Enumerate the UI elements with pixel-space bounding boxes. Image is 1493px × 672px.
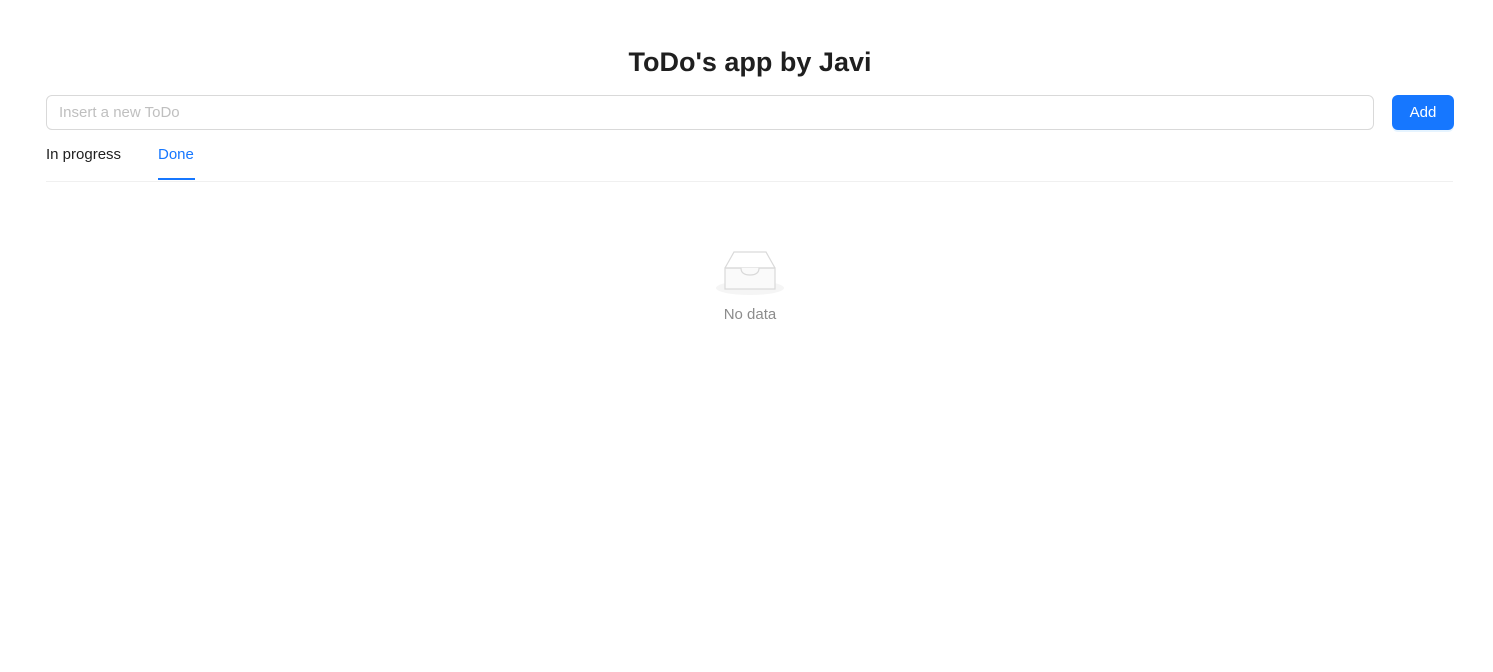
active-tab-indicator <box>158 178 195 180</box>
empty-state-text: No data <box>723 306 777 323</box>
todo-app: ToDo's app by Javi Add In progress Done … <box>0 0 1493 672</box>
tab-in-progress[interactable]: In progress <box>46 140 121 180</box>
add-todo-form: Add <box>46 95 1454 130</box>
empty-inbox-icon <box>716 251 784 295</box>
empty-state: No data <box>700 246 800 323</box>
add-button[interactable]: Add <box>1392 95 1454 130</box>
new-todo-input[interactable] <box>46 95 1374 130</box>
tab-done[interactable]: Done <box>158 140 194 180</box>
status-tabs: In progress Done <box>46 140 1453 182</box>
page-title: ToDo's app by Javi <box>628 47 872 77</box>
